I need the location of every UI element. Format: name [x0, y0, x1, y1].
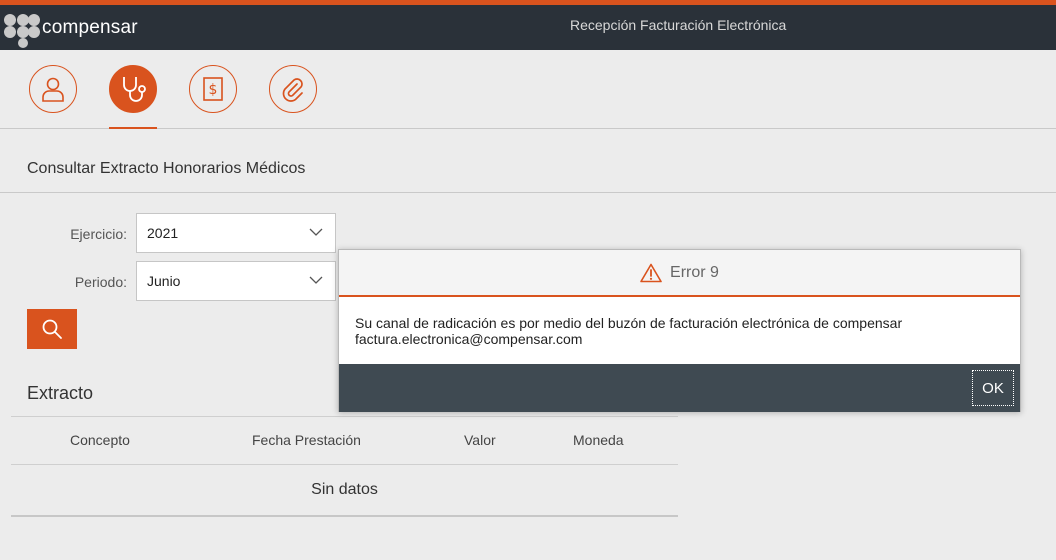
app-title: Recepción Facturación Electrónica — [570, 17, 787, 33]
dialog-header: Error 9 — [339, 250, 1020, 297]
dialog-footer: OK — [339, 364, 1020, 412]
compensar-logo[interactable]: compensar — [2, 5, 138, 50]
column-header-moneda[interactable]: Moneda — [573, 432, 624, 448]
search-icon — [42, 319, 62, 339]
logo-mark-icon — [4, 13, 40, 48]
periodo-select[interactable]: Junio — [136, 261, 336, 301]
column-header-valor[interactable]: Valor — [464, 432, 496, 448]
column-header-fecha-prestacion[interactable]: Fecha Prestación — [252, 432, 361, 448]
table-header: Concepto Fecha Prestación Valor Moneda — [11, 416, 678, 465]
periodo-label: Periodo: — [74, 274, 127, 290]
section-divider — [0, 192, 1056, 193]
tab-user[interactable] — [29, 65, 77, 113]
chevron-down-icon — [309, 228, 323, 236]
module-toolbar: $ — [0, 50, 1056, 129]
ejercicio-value: 2021 — [147, 225, 179, 241]
top-header: compensar Recepción Facturación Electrón… — [0, 0, 1056, 50]
extracto-title: Extracto — [27, 383, 94, 403]
tab-honorarios-medicos[interactable] — [109, 65, 157, 113]
warning-icon — [640, 263, 662, 282]
dialog-message-line: Su canal de radicación es por medio del … — [355, 315, 903, 331]
table-empty-message: Sin datos — [11, 465, 678, 517]
ok-button[interactable]: OK — [972, 370, 1014, 406]
stethoscope-icon — [123, 77, 146, 102]
brand-name: compensar — [42, 16, 138, 38]
tab-adjuntos[interactable] — [269, 65, 317, 113]
dialog-title: Error 9 — [670, 263, 719, 281]
svg-text:$: $ — [209, 82, 218, 98]
tab-factura[interactable]: $ — [189, 65, 237, 113]
paperclip-icon — [282, 78, 303, 102]
error-dialog: Error 9 Su canal de radicación es por me… — [338, 249, 1021, 412]
ejercicio-select[interactable]: 2021 — [136, 213, 336, 253]
invoice-dollar-icon: $ — [203, 77, 223, 101]
active-tab-indicator — [109, 127, 157, 129]
chevron-down-icon — [309, 276, 323, 284]
dialog-message: Su canal de radicación es por medio del … — [355, 315, 1005, 347]
ejercicio-label: Ejercicio: — [70, 226, 127, 242]
user-icon — [42, 77, 64, 102]
search-button[interactable] — [27, 309, 77, 349]
section-title: Consultar Extracto Honorarios Médicos — [27, 160, 306, 177]
column-header-concepto[interactable]: Concepto — [70, 432, 130, 448]
dialog-email: factura.electronica@compensar.com — [355, 331, 583, 347]
periodo-value: Junio — [147, 273, 181, 289]
